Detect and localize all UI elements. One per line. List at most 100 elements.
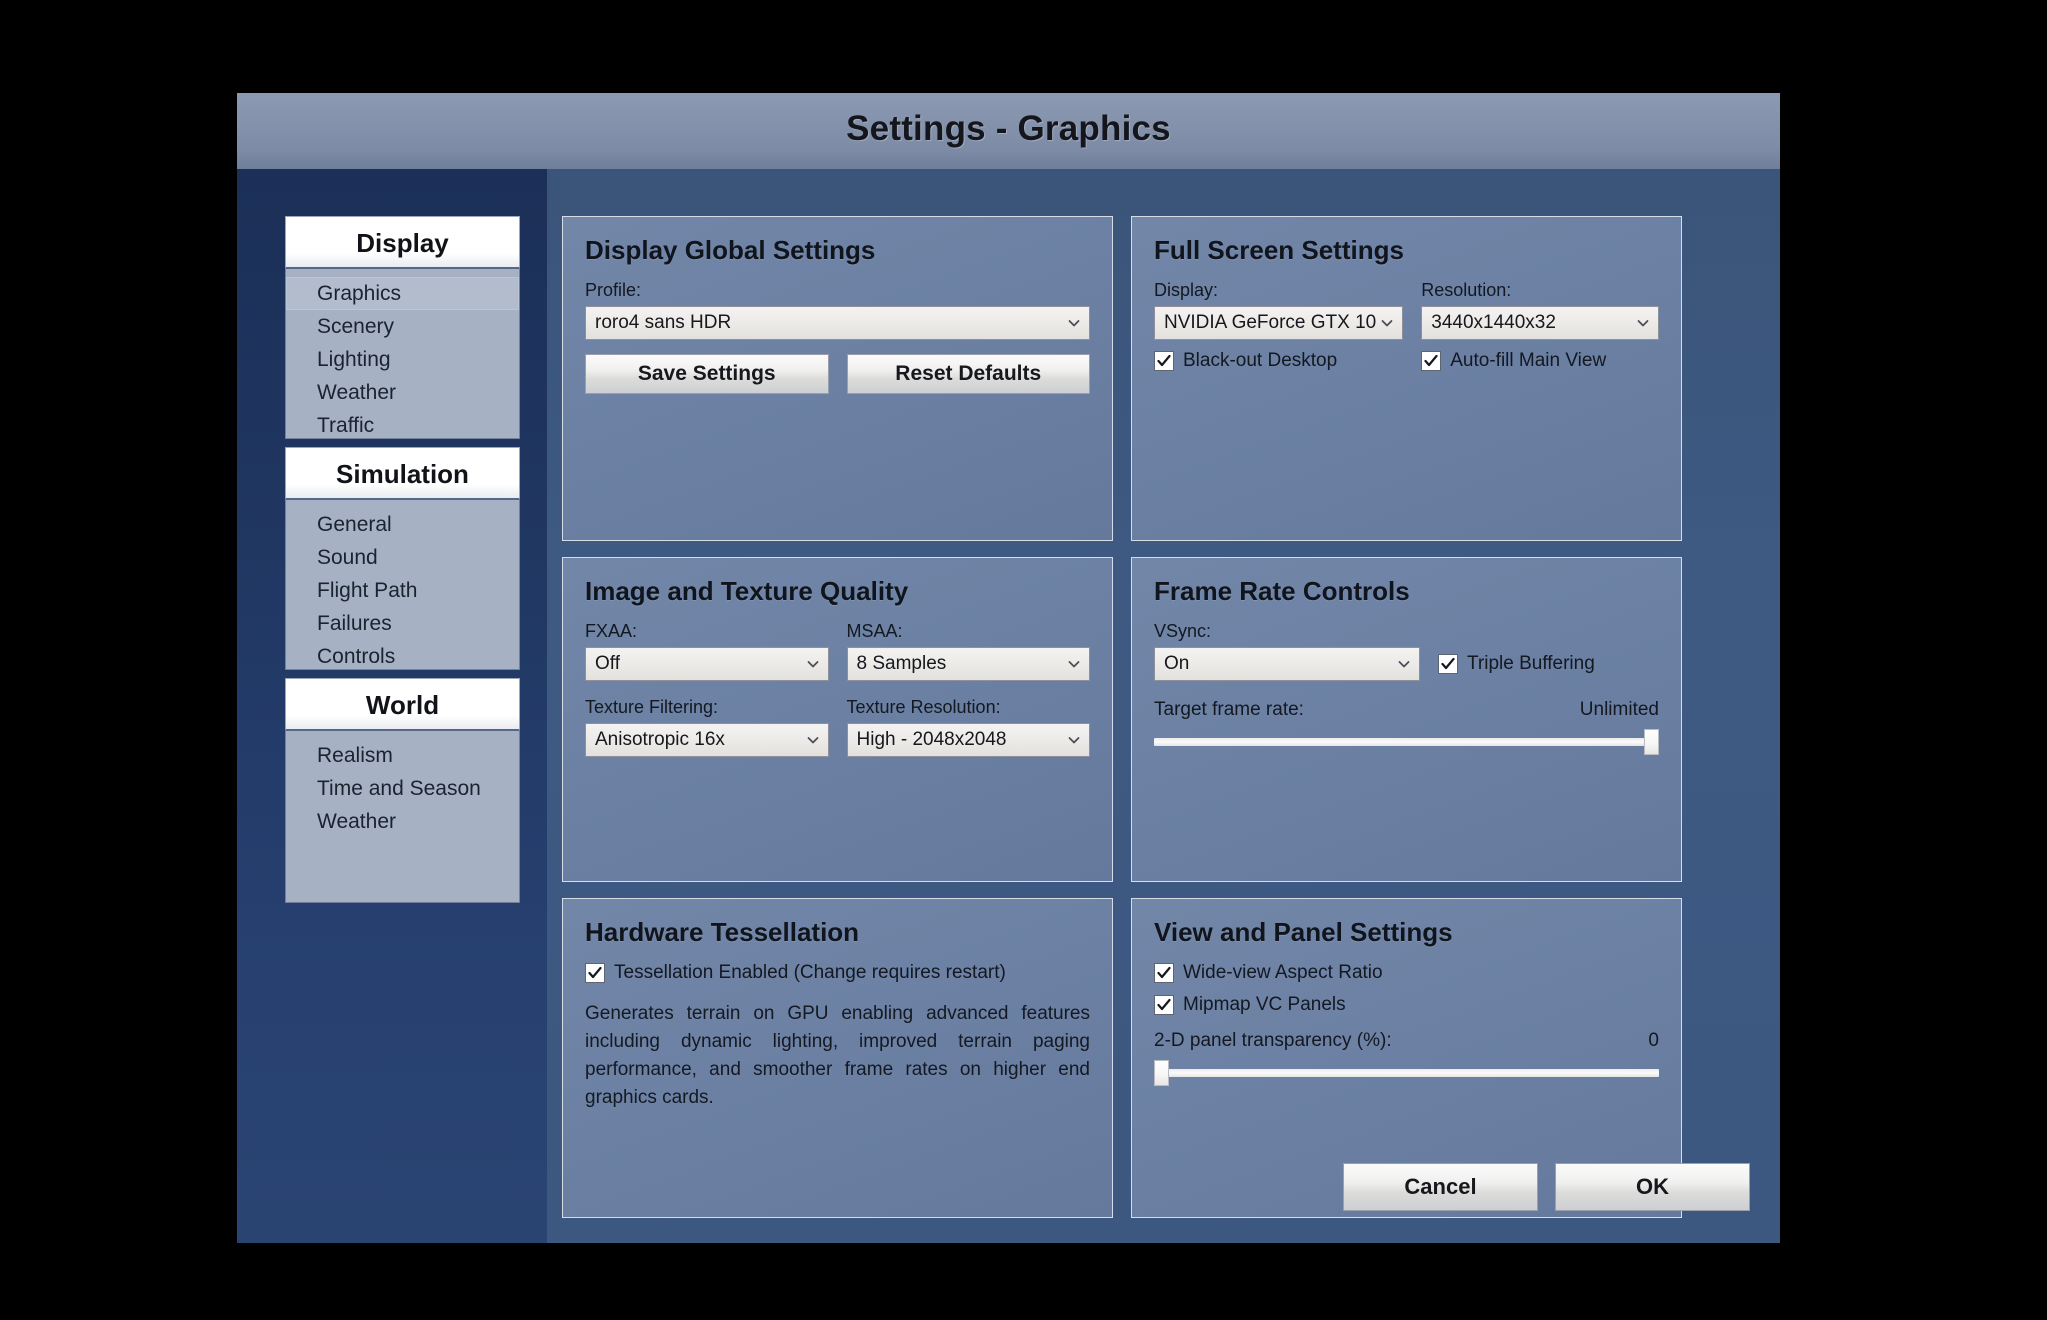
texture-resolution-value: High - 2048x2048 [856, 729, 1007, 750]
fxaa-dropdown[interactable]: Off [585, 647, 829, 681]
resolution-dropdown[interactable]: 3440x1440x32 [1421, 306, 1659, 340]
panel-transparency-slider[interactable] [1154, 1060, 1659, 1086]
chevron-down-icon [1397, 657, 1411, 671]
checkmark-icon[interactable] [585, 963, 605, 983]
sidebar-header-simulation: Simulation [285, 447, 520, 500]
tessellation-description: Generates terrain on GPU enabling advanc… [585, 1003, 1090, 1108]
msaa-label: MSAA: [846, 621, 903, 641]
panel-full-screen-settings: Full Screen Settings Display: NVIDIA GeF… [1131, 216, 1682, 541]
target-frame-rate-label: Target frame rate: [1154, 699, 1304, 720]
resolution-label: Resolution: [1421, 280, 1512, 300]
panel-title-full-screen: Full Screen Settings [1154, 235, 1404, 265]
sidebar-item-graphics[interactable]: Graphics [286, 277, 519, 310]
panel-frame-rate-controls: Frame Rate Controls VSync: On Triple Buf… [1131, 557, 1682, 882]
sidebar-item-realism[interactable]: Realism [286, 739, 519, 772]
target-frame-rate-row: Target frame rate: Unlimited [1154, 699, 1659, 721]
sidebar-item-world-weather[interactable]: Weather [286, 805, 519, 838]
dialog-footer: Cancel OK [1326, 1163, 1750, 1211]
wide-view-aspect-ratio-checkbox-row[interactable]: Wide-view Aspect Ratio [1154, 962, 1659, 984]
sidebar-strip: Display Graphics Scenery Lighting Weathe… [237, 169, 547, 1243]
texture-filtering-value: Anisotropic 16x [595, 729, 725, 750]
checkmark-icon[interactable] [1421, 351, 1442, 371]
chevron-down-icon [1636, 316, 1650, 330]
slider-track [1154, 738, 1659, 746]
mipmap-vc-panels-checkbox-row[interactable]: Mipmap VC Panels [1154, 994, 1659, 1016]
display-dropdown[interactable]: NVIDIA GeForce GTX 10 [1154, 306, 1404, 340]
sidebar-header-display: Display [285, 216, 520, 269]
msaa-dropdown[interactable]: 8 Samples [846, 647, 1090, 681]
autofill-main-view-checkbox-row[interactable]: Auto-fill Main View [1421, 350, 1659, 372]
vsync-label: VSync: [1154, 621, 1212, 641]
texture-filtering-dropdown[interactable]: Anisotropic 16x [585, 723, 829, 757]
display-value: NVIDIA GeForce GTX 10 [1164, 312, 1377, 333]
sidebar-item-controls[interactable]: Controls [286, 640, 519, 673]
screen-root: Settings - Graphics Display Graphics Sce… [0, 0, 2047, 1320]
blackout-desktop-label: Black-out Desktop [1183, 350, 1338, 371]
sidebar-item-lighting[interactable]: Lighting [286, 343, 519, 376]
settings-panel-grid: Display Global Settings Profile: roro4 s… [562, 216, 1747, 1218]
vsync-value: On [1164, 653, 1190, 674]
dialog-titlebar: Settings - Graphics [237, 93, 1780, 170]
sidebar: Display Graphics Scenery Lighting Weathe… [285, 216, 520, 911]
mipmap-vc-panels-label: Mipmap VC Panels [1183, 994, 1346, 1015]
checkmark-icon[interactable] [1154, 995, 1174, 1015]
wide-view-aspect-ratio-label: Wide-view Aspect Ratio [1183, 962, 1383, 983]
reset-defaults-button[interactable]: Reset Defaults [846, 354, 1090, 394]
target-frame-rate-slider[interactable] [1154, 729, 1659, 755]
panel-transparency-value: 0 [1648, 1030, 1659, 1051]
msaa-value: 8 Samples [856, 653, 947, 674]
chevron-down-icon [1067, 657, 1081, 671]
slider-track [1154, 1069, 1659, 1077]
target-frame-rate-value: Unlimited [1579, 699, 1659, 720]
triple-buffering-checkbox-row[interactable]: Triple Buffering [1438, 653, 1595, 675]
sidebar-list-display: Graphics Scenery Lighting Weather Traffi… [285, 269, 520, 439]
checkmark-icon[interactable] [1154, 351, 1174, 371]
chevron-down-icon [806, 657, 820, 671]
ok-button[interactable]: OK [1555, 1163, 1750, 1211]
chevron-down-icon [1067, 733, 1081, 747]
sidebar-item-failures[interactable]: Failures [286, 607, 519, 640]
sidebar-item-traffic[interactable]: Traffic [286, 409, 519, 442]
panel-transparency-row: 2-D panel transparency (%): 0 [1154, 1030, 1659, 1052]
sidebar-item-scenery[interactable]: Scenery [286, 310, 519, 343]
settings-dialog: Settings - Graphics Display Graphics Sce… [237, 93, 1780, 1243]
sidebar-item-weather[interactable]: Weather [286, 376, 519, 409]
texture-resolution-label: Texture Resolution: [846, 697, 1001, 717]
profile-value: roro4 sans HDR [595, 312, 732, 333]
panel-title-display-global: Display Global Settings [585, 235, 876, 265]
sidebar-group-world: World Realism Time and Season Weather [285, 678, 520, 903]
sidebar-list-world: Realism Time and Season Weather [285, 731, 520, 903]
texture-resolution-dropdown[interactable]: High - 2048x2048 [846, 723, 1090, 757]
cancel-button[interactable]: Cancel [1343, 1163, 1538, 1211]
vsync-dropdown[interactable]: On [1154, 647, 1420, 681]
slider-thumb[interactable] [1644, 729, 1659, 755]
chevron-down-icon [806, 733, 820, 747]
chevron-down-icon [1380, 316, 1394, 330]
slider-thumb[interactable] [1154, 1060, 1169, 1086]
panel-title-view-panel: View and Panel Settings [1154, 917, 1453, 947]
sidebar-group-simulation: Simulation General Sound Flight Path Fai… [285, 447, 520, 670]
sidebar-item-flight-path[interactable]: Flight Path [286, 574, 519, 607]
chevron-down-icon [1067, 316, 1081, 330]
triple-buffering-label: Triple Buffering [1467, 653, 1595, 674]
panel-image-texture-quality: Image and Texture Quality FXAA: Off MSAA… [562, 557, 1113, 882]
blackout-desktop-checkbox-row[interactable]: Black-out Desktop [1154, 350, 1403, 372]
sidebar-item-general[interactable]: General [286, 508, 519, 541]
fxaa-label: FXAA: [585, 621, 638, 641]
panel-display-global-settings: Display Global Settings Profile: roro4 s… [562, 216, 1113, 541]
sidebar-item-time-and-season[interactable]: Time and Season [286, 772, 519, 805]
dialog-body: Display Graphics Scenery Lighting Weathe… [237, 169, 1780, 1243]
profile-label: Profile: [585, 280, 642, 300]
dialog-title: Settings - Graphics [846, 109, 1171, 148]
checkmark-icon[interactable] [1154, 963, 1174, 983]
panel-title-frame-rate: Frame Rate Controls [1154, 576, 1410, 606]
profile-dropdown[interactable]: roro4 sans HDR [585, 306, 1090, 340]
sidebar-item-sound[interactable]: Sound [286, 541, 519, 574]
tessellation-enabled-checkbox-row[interactable]: Tessellation Enabled (Change requires re… [585, 962, 1090, 984]
panel-transparency-label: 2-D panel transparency (%): [1154, 1030, 1392, 1051]
checkmark-icon[interactable] [1438, 654, 1458, 674]
sidebar-header-world: World [285, 678, 520, 731]
fxaa-value: Off [595, 653, 620, 674]
sidebar-group-display: Display Graphics Scenery Lighting Weathe… [285, 216, 520, 439]
save-settings-button[interactable]: Save Settings [585, 354, 829, 394]
